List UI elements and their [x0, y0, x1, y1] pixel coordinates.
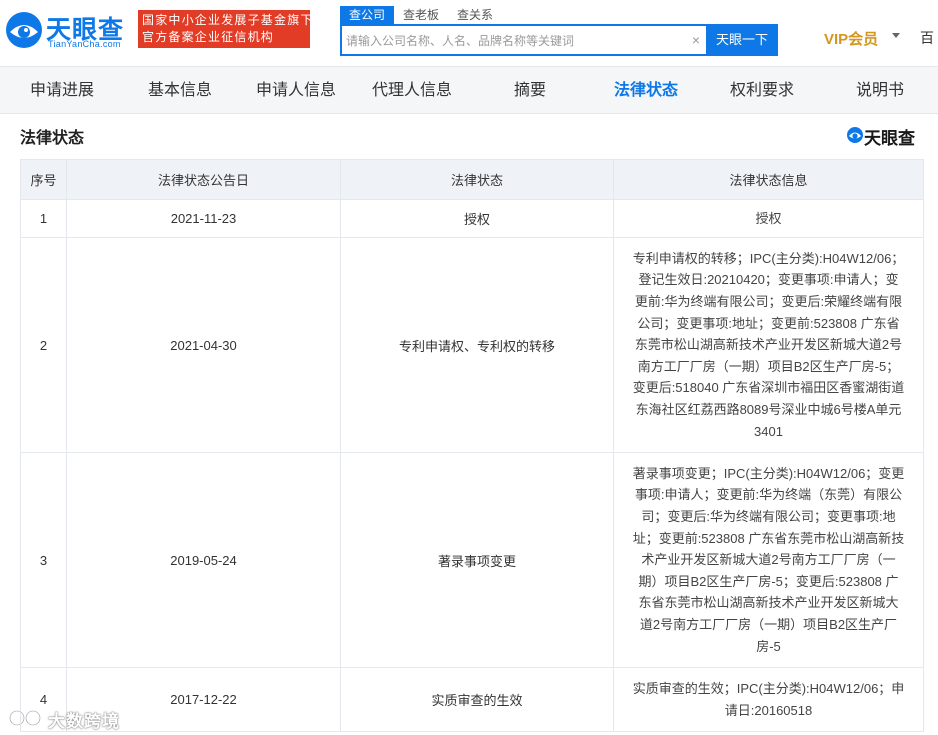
top-header: 天眼查 TianYanCha.com 国家中小企业发展子基金旗下 官方备案企业征…	[0, 0, 938, 66]
tab-legal-status[interactable]: 法律状态	[600, 67, 692, 114]
watermark-text: 大数跨境	[48, 712, 120, 731]
info-line: 请日:20160518	[724, 702, 813, 718]
tab-agent-info[interactable]: 代理人信息	[362, 67, 462, 114]
info-line: 东海社区红荔西路8089号深业中城6号楼A单元	[635, 401, 902, 417]
cell-index: 3	[20, 452, 67, 668]
table-header-row: 序号 法律状态公告日 法律状态 法律状态信息	[20, 159, 924, 200]
badge-line-2: 官方备案企业征信机构	[142, 30, 275, 44]
tab-description[interactable]: 说明书	[842, 67, 918, 114]
info-line: 更前:华为终端有限公司；变更后:荣耀终端有限	[634, 294, 903, 310]
legal-status-table: 序号 法律状态公告日 法律状态 法律状态信息 1 2021-11-23 授权 授…	[20, 159, 924, 732]
tab-application-progress[interactable]: 申请进展	[16, 67, 108, 114]
table-row: 4 2017-12-22 实质审查的生效 实质审查的生效；IPC(主分类):H0…	[20, 667, 924, 732]
info-line: 著录事项变更；IPC(主分类):H04W12/06；变更	[632, 465, 905, 481]
cell-index: 2	[20, 237, 67, 453]
header-status-info: 法律状态信息	[613, 159, 924, 200]
tab-search-company[interactable]: 查公司	[340, 6, 395, 24]
info-line: 司；变更后:华为终端有限公司；变更事项:地	[641, 509, 896, 525]
cell-status-info: 著录事项变更；IPC(主分类):H04W12/06；变更 事项:申请人；变更前:…	[613, 452, 924, 668]
section-title: 法律状态	[20, 130, 85, 147]
info-line: 址；变更前:523808 广东省东莞市松山湖高新技	[632, 530, 905, 546]
search-tabs: 查公司 查老板 查关系	[340, 6, 502, 24]
brand-text: 天眼查	[864, 129, 915, 148]
cell-index: 1	[20, 199, 67, 238]
info-line: 道2号南方工厂厂房（一期）项目B2区生产厂	[639, 616, 898, 632]
header-index: 序号	[20, 159, 67, 200]
table-row: 1 2021-11-23 授权 授权	[20, 199, 924, 238]
header-link-truncated[interactable]: 百	[920, 28, 934, 48]
header-status: 法律状态	[340, 159, 614, 200]
eye-logo-icon	[6, 12, 42, 48]
search-box: ×	[340, 24, 706, 56]
chevron-down-icon[interactable]	[892, 33, 900, 38]
cell-date: 2021-04-30	[66, 237, 341, 453]
info-line: 东莞市松山湖高新技术产业开发区新城大道2号	[634, 337, 903, 353]
tianyancha-logo[interactable]: 天眼查 TianYanCha.com	[4, 8, 128, 50]
tab-claims[interactable]: 权利要求	[716, 67, 808, 114]
tab-search-relation[interactable]: 查关系	[448, 6, 502, 24]
tab-abstract[interactable]: 摘要	[496, 67, 564, 114]
info-line: 期）项目B2区生产厂房-5；变更后:523808 广	[638, 573, 899, 589]
cell-status-info: 授权	[613, 199, 924, 238]
cell-status-info: 专利申请权的转移；IPC(主分类):H04W12/06； 登记生效日:20210…	[613, 237, 924, 453]
search-input[interactable]	[346, 31, 686, 51]
cell-status: 专利申请权、专利权的转移	[340, 237, 614, 453]
info-line: 房-5	[756, 638, 781, 654]
cell-status: 著录事项变更	[340, 452, 614, 668]
vip-member-link[interactable]: VIP会员	[824, 28, 878, 49]
cell-status: 授权	[340, 199, 614, 238]
header-date: 法律状态公告日	[66, 159, 341, 200]
official-badge: 国家中小企业发展子基金旗下 官方备案企业征信机构	[138, 10, 314, 48]
watermark-logo-icon	[9, 710, 41, 726]
info-line: 登记生效日:20210420；变更事项:申请人；变	[638, 272, 899, 288]
info-line: 事项:申请人；变更前:华为终端（东莞）有限公	[634, 487, 903, 503]
search-area: 查公司 查老板 查关系 × 天眼一下	[340, 6, 780, 56]
logo-domain: TianYanCha.com	[48, 39, 121, 49]
info-line: 变更后:518040 广东省深圳市福田区香蜜湖街道	[632, 380, 905, 396]
info-line: 3401	[754, 423, 783, 439]
clear-icon[interactable]: ×	[692, 31, 700, 49]
search-button[interactable]: 天眼一下	[706, 24, 778, 56]
info-line: 实质审查的生效；IPC(主分类):H04W12/06；申	[632, 680, 905, 696]
patent-nav-tabs: 申请进展 基本信息 申请人信息 代理人信息 摘要 法律状态 权利要求 说明书	[0, 66, 938, 114]
cell-date: 2021-11-23	[66, 199, 341, 238]
info-line: 授权	[755, 210, 782, 226]
eye-logo-icon	[847, 127, 863, 143]
cell-status: 实质审查的生效	[340, 667, 614, 732]
cell-status-info: 实质审查的生效；IPC(主分类):H04W12/06；申 请日:20160518	[613, 667, 924, 732]
info-line: 南方工厂厂房（一期）项目B2区生产厂房-5；	[637, 358, 900, 374]
info-line: 公司；变更事项:地址；变更前:523808 广东省	[637, 315, 900, 331]
badge-line-1: 国家中小企业发展子基金旗下	[142, 13, 314, 27]
table-row: 2 2021-04-30 专利申请权、专利权的转移 专利申请权的转移；IPC(主…	[20, 237, 924, 453]
info-line: 东省东莞市松山湖高新技术产业开发区新城大	[638, 595, 899, 611]
info-line: 专利申请权的转移；IPC(主分类):H04W12/06；	[632, 250, 905, 266]
tab-basic-info[interactable]: 基本信息	[134, 67, 226, 114]
info-line: 术产业开发区新城大道2号南方工厂厂房（一	[641, 552, 896, 568]
tab-search-boss[interactable]: 查老板	[394, 6, 448, 24]
tab-applicant-info[interactable]: 申请人信息	[246, 67, 346, 114]
table-row: 3 2019-05-24 著录事项变更 著录事项变更；IPC(主分类):H04W…	[20, 452, 924, 668]
cell-date: 2019-05-24	[66, 452, 341, 668]
